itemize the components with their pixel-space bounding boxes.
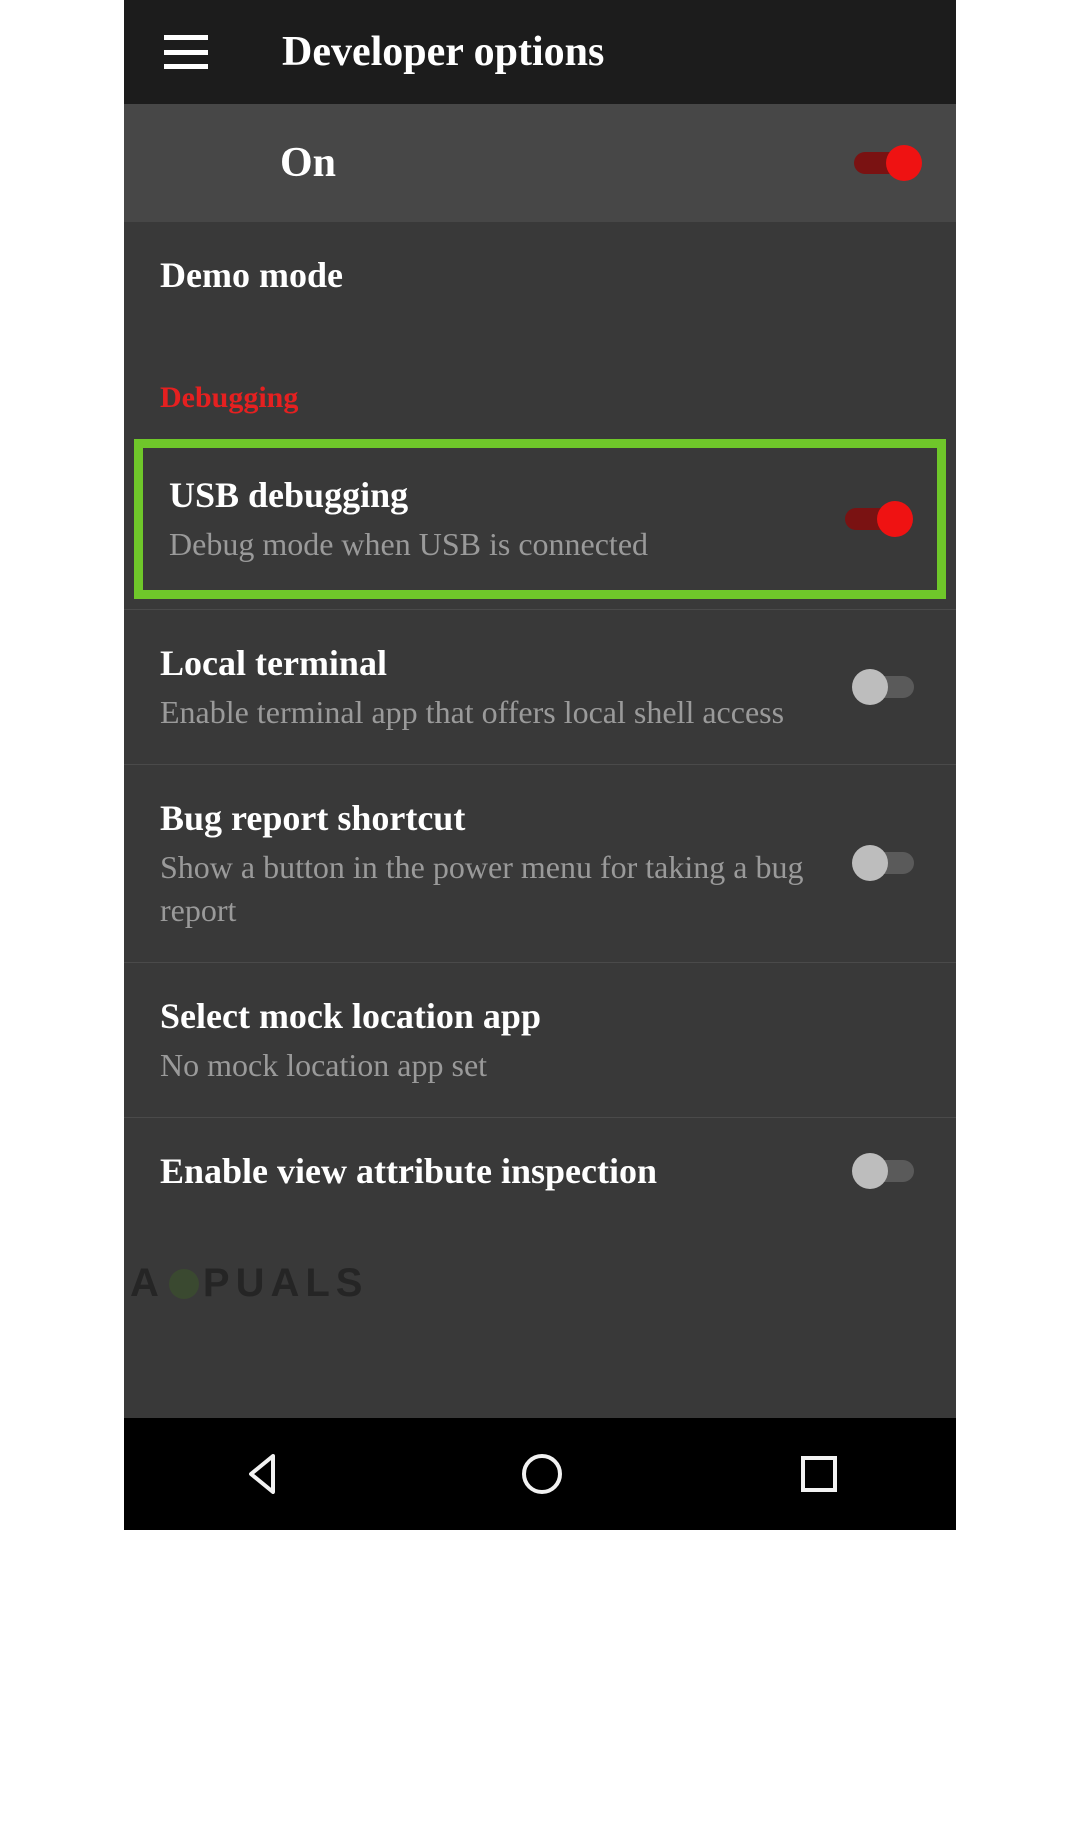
item-title: Select mock location app [160, 993, 900, 1040]
master-toggle-label: On [280, 139, 336, 187]
item-usb-debugging[interactable]: USB debugging Debug mode when USB is con… [143, 448, 937, 590]
master-toggle-row[interactable]: On [124, 104, 956, 222]
item-title: Bug report shortcut [160, 795, 834, 842]
item-title: Local terminal [160, 640, 834, 687]
item-view-attribute-inspection[interactable]: Enable view attribute inspection [124, 1118, 956, 1225]
item-bug-report-shortcut[interactable]: Bug report shortcut Show a button in the… [124, 765, 956, 963]
navigation-bar [124, 1418, 956, 1530]
device-frame: Developer options On Demo mode Debugging… [124, 0, 956, 1530]
item-title: Demo mode [160, 252, 900, 299]
item-mock-location[interactable]: Select mock location app No mock locatio… [124, 963, 956, 1118]
usb-debugging-toggle[interactable] [845, 502, 911, 536]
nav-back-icon[interactable] [239, 1450, 287, 1498]
master-toggle[interactable] [854, 146, 920, 180]
highlight-usb-debugging: USB debugging Debug mode when USB is con… [134, 439, 946, 599]
section-header-debugging: Debugging [124, 329, 956, 431]
app-bar: Developer options [124, 0, 956, 104]
item-subtitle: Enable terminal app that offers local sh… [160, 691, 834, 734]
item-subtitle: No mock location app set [160, 1044, 900, 1087]
item-title: Enable view attribute inspection [160, 1148, 834, 1195]
settings-list: Demo mode Debugging USB debugging Debug … [124, 222, 956, 1418]
item-demo-mode[interactable]: Demo mode [124, 222, 956, 329]
watermark-text-right: PUALS [203, 1261, 369, 1306]
view-attr-toggle[interactable] [854, 1154, 920, 1188]
watermark: A PUALS [130, 1261, 368, 1306]
menu-icon[interactable] [164, 35, 208, 69]
item-subtitle: Debug mode when USB is connected [169, 523, 825, 566]
item-subtitle: Show a button in the power menu for taki… [160, 846, 834, 932]
page-title: Developer options [282, 28, 604, 76]
bug-report-toggle[interactable] [854, 846, 920, 880]
nav-home-icon[interactable] [518, 1450, 566, 1498]
watermark-logo-icon [169, 1269, 199, 1299]
nav-recent-icon[interactable] [797, 1452, 841, 1496]
local-terminal-toggle[interactable] [854, 670, 920, 704]
watermark-text-left: A [130, 1261, 165, 1306]
item-local-terminal[interactable]: Local terminal Enable terminal app that … [124, 610, 956, 765]
item-title: USB debugging [169, 472, 825, 519]
